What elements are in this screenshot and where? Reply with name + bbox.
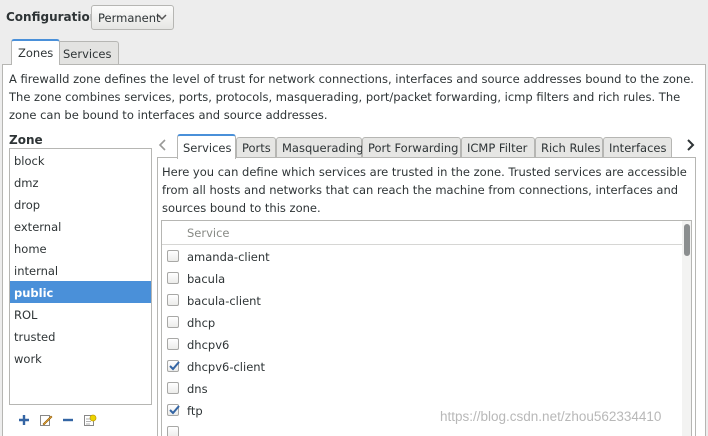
zone-item-rol[interactable]: ROL [10, 303, 151, 325]
zone-item-work[interactable]: work [10, 347, 151, 369]
tab-port-forwarding[interactable]: Port Forwarding [362, 137, 461, 158]
load-defaults-icon[interactable] [83, 413, 97, 427]
zone-description: A firewalld zone defines the level of tr… [9, 72, 694, 122]
service-name: dns [187, 382, 208, 396]
tab-interfaces[interactable]: Interfaces [603, 137, 672, 158]
checkbox[interactable] [167, 250, 179, 262]
tab-zones-label: Zones [18, 46, 54, 60]
chevron-left-icon[interactable] [157, 138, 169, 152]
zone-item-block[interactable]: block [10, 149, 151, 171]
scrollbar-thumb[interactable] [684, 224, 690, 256]
zone-item-public[interactable]: public [10, 281, 151, 303]
tab-masquerading[interactable]: Masquerading [276, 137, 364, 158]
table-row[interactable]: dhcp [162, 311, 682, 333]
zone-item-internal[interactable]: internal [10, 259, 151, 281]
watermark: https://blog.csdn.net/zhou562334410 [440, 409, 662, 424]
zone-item-external[interactable]: external [10, 215, 151, 237]
chevron-right-icon[interactable] [684, 138, 696, 152]
configuration-select-value: Permanent [98, 11, 161, 25]
service-name: bacula [187, 272, 226, 286]
remove-icon[interactable] [61, 413, 75, 427]
add-icon[interactable] [17, 413, 31, 427]
tab-masquerading-label: Masquerading [282, 141, 364, 155]
vertical-scrollbar[interactable] [682, 221, 691, 436]
tab-ports[interactable]: Ports [236, 137, 276, 158]
tab-services-inner-label: Services [183, 141, 232, 155]
zone-heading: Zone [9, 133, 43, 147]
service-name: dhcpv6 [187, 338, 230, 352]
edit-icon[interactable] [39, 413, 53, 427]
tab-rich-rules[interactable]: Rich Rules [535, 137, 603, 158]
checkbox[interactable] [167, 338, 179, 350]
configuration-label: Configuration: [6, 10, 104, 24]
tab-rich-rules-label: Rich Rules [541, 141, 601, 155]
tab-icmp-filter-label: ICMP Filter [467, 141, 528, 155]
tab-ports-label: Ports [242, 141, 271, 155]
table-row[interactable]: dhcpv6-client [162, 355, 682, 377]
checkbox-checked[interactable] [167, 360, 180, 372]
checkmark-icon [169, 405, 180, 415]
checkbox[interactable] [167, 294, 179, 306]
table-row[interactable]: dns [162, 377, 682, 399]
tab-zones[interactable]: Zones [11, 39, 61, 65]
table-row[interactable]: bacula [162, 267, 682, 289]
service-name: amanda-client [187, 250, 270, 264]
service-name: dhcpv6-client [187, 360, 266, 374]
tab-services-inner[interactable]: Services [177, 134, 236, 159]
zone-item-dmz[interactable]: dmz [10, 171, 151, 193]
checkbox[interactable] [167, 382, 179, 394]
chevron-down-icon [157, 14, 167, 21]
checkmark-icon [169, 361, 180, 371]
checkbox-checked[interactable] [167, 404, 180, 416]
checkbox[interactable] [167, 272, 179, 284]
checkbox[interactable] [167, 316, 179, 328]
tab-icmp-filter[interactable]: ICMP Filter [461, 137, 535, 158]
configuration-select[interactable]: Permanent [91, 5, 174, 30]
tab-services-label: Services [63, 47, 112, 61]
service-column-header-label: Service [187, 226, 230, 240]
service-name: dhcp [187, 316, 216, 330]
table-row[interactable]: bacula-client [162, 289, 682, 311]
tab-interfaces-label: Interfaces [609, 141, 667, 155]
zone-toolbar [9, 408, 152, 434]
zone-item-drop[interactable]: drop [10, 193, 151, 215]
zone-item-home[interactable]: home [10, 237, 151, 259]
services-table[interactable]: Service amanda-client bacula bacula-clie… [161, 220, 692, 436]
zone-item-trusted[interactable]: trusted [10, 325, 151, 347]
service-column-header[interactable]: Service [162, 221, 682, 245]
tab-port-forwarding-label: Port Forwarding [368, 141, 459, 155]
table-row[interactable]: amanda-client [162, 245, 682, 267]
zone-list[interactable]: block dmz drop external home internal pu… [9, 148, 152, 405]
services-description: Here you can define which services are t… [162, 165, 687, 215]
tab-services[interactable]: Services [56, 41, 119, 65]
service-name: bacula-client [187, 294, 261, 308]
service-name: ftp [187, 404, 203, 418]
checkbox[interactable] [167, 426, 179, 436]
table-row[interactable]: dhcpv6 [162, 333, 682, 355]
